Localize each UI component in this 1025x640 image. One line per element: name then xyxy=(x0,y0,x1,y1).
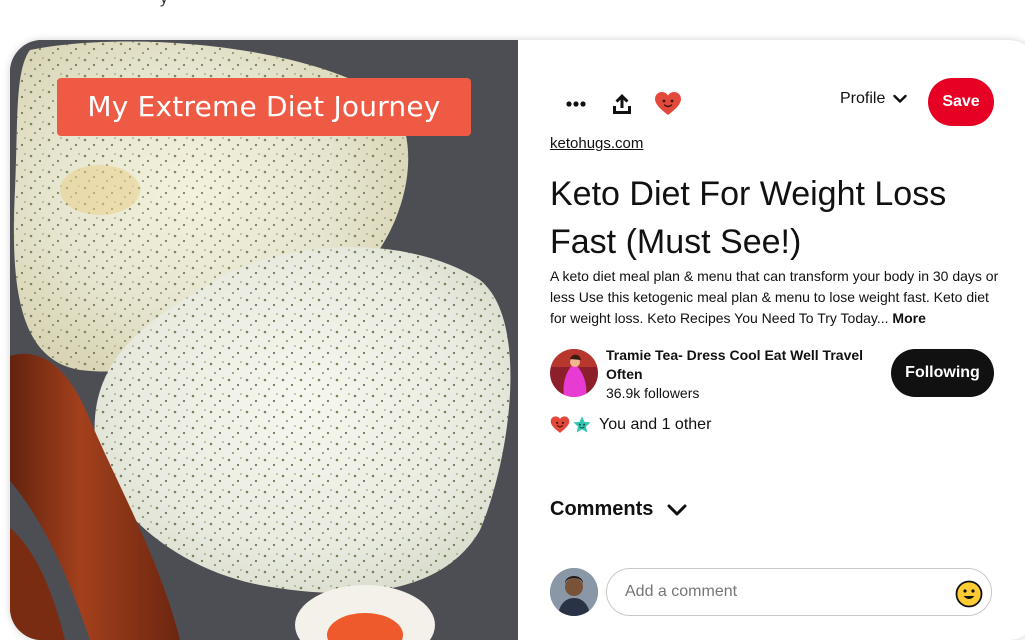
more-options-button[interactable] xyxy=(558,86,594,122)
star-reaction-icon xyxy=(573,416,591,433)
creator-avatar[interactable] xyxy=(550,349,598,397)
pin-title: Keto Diet For Weight Loss Fast (Must See… xyxy=(550,175,947,261)
emoji-picker-icon[interactable] xyxy=(955,580,983,608)
pin-closeup-card: My Extreme Diet Journey Profile Save ket… xyxy=(10,40,1025,640)
share-upload-icon xyxy=(613,94,631,114)
profile-dropdown-label: Profile xyxy=(840,90,886,107)
source-link[interactable]: ketohugs.com xyxy=(550,135,643,152)
share-button[interactable] xyxy=(604,86,640,122)
heart-face-icon xyxy=(655,92,681,115)
comments-heading: Comments xyxy=(550,498,654,520)
current-user-avatar-image xyxy=(550,568,598,616)
more-horizontal-icon xyxy=(566,101,586,107)
pin-overlay-title: My Extreme Diet Journey xyxy=(57,78,471,136)
following-button[interactable]: Following xyxy=(891,349,994,397)
pin-description-text: A keto diet meal plan & menu that can tr… xyxy=(550,268,999,326)
top-strip: y xyxy=(0,0,1025,40)
profile-board-dropdown[interactable]: Profile xyxy=(840,90,908,108)
description-more-link[interactable]: More xyxy=(892,310,925,326)
pin-description: A keto diet meal plan & menu that can tr… xyxy=(550,266,1000,329)
comments-toggle[interactable]: Comments xyxy=(550,498,687,521)
save-button[interactable]: Save xyxy=(928,78,994,126)
react-button[interactable] xyxy=(650,86,686,122)
chevron-down-icon xyxy=(893,94,908,103)
current-user-avatar xyxy=(550,568,598,616)
chevron-down-icon xyxy=(667,504,687,515)
heart-reaction-icon xyxy=(550,416,570,433)
reactions-summary[interactable]: You and 1 other xyxy=(550,415,711,435)
creator-row: Tramie Tea- Dress Cool Eat Well Travel O… xyxy=(550,346,1000,408)
pin-details-panel: Profile Save ketohugs.com Keto Diet For … xyxy=(518,40,1008,640)
pin-media[interactable]: My Extreme Diet Journey xyxy=(10,40,518,640)
creator-name[interactable]: Tramie Tea- Dress Cool Eat Well Travel O… xyxy=(606,346,866,384)
reactions-text: You and 1 other xyxy=(599,416,712,433)
pin-action-bar xyxy=(558,80,696,128)
cut-off-icons xyxy=(965,0,1025,8)
comment-input[interactable] xyxy=(606,568,992,616)
creator-followers: 36.9k followers xyxy=(606,385,700,401)
creator-avatar-image xyxy=(550,349,598,397)
cut-off-text: y xyxy=(160,0,168,8)
